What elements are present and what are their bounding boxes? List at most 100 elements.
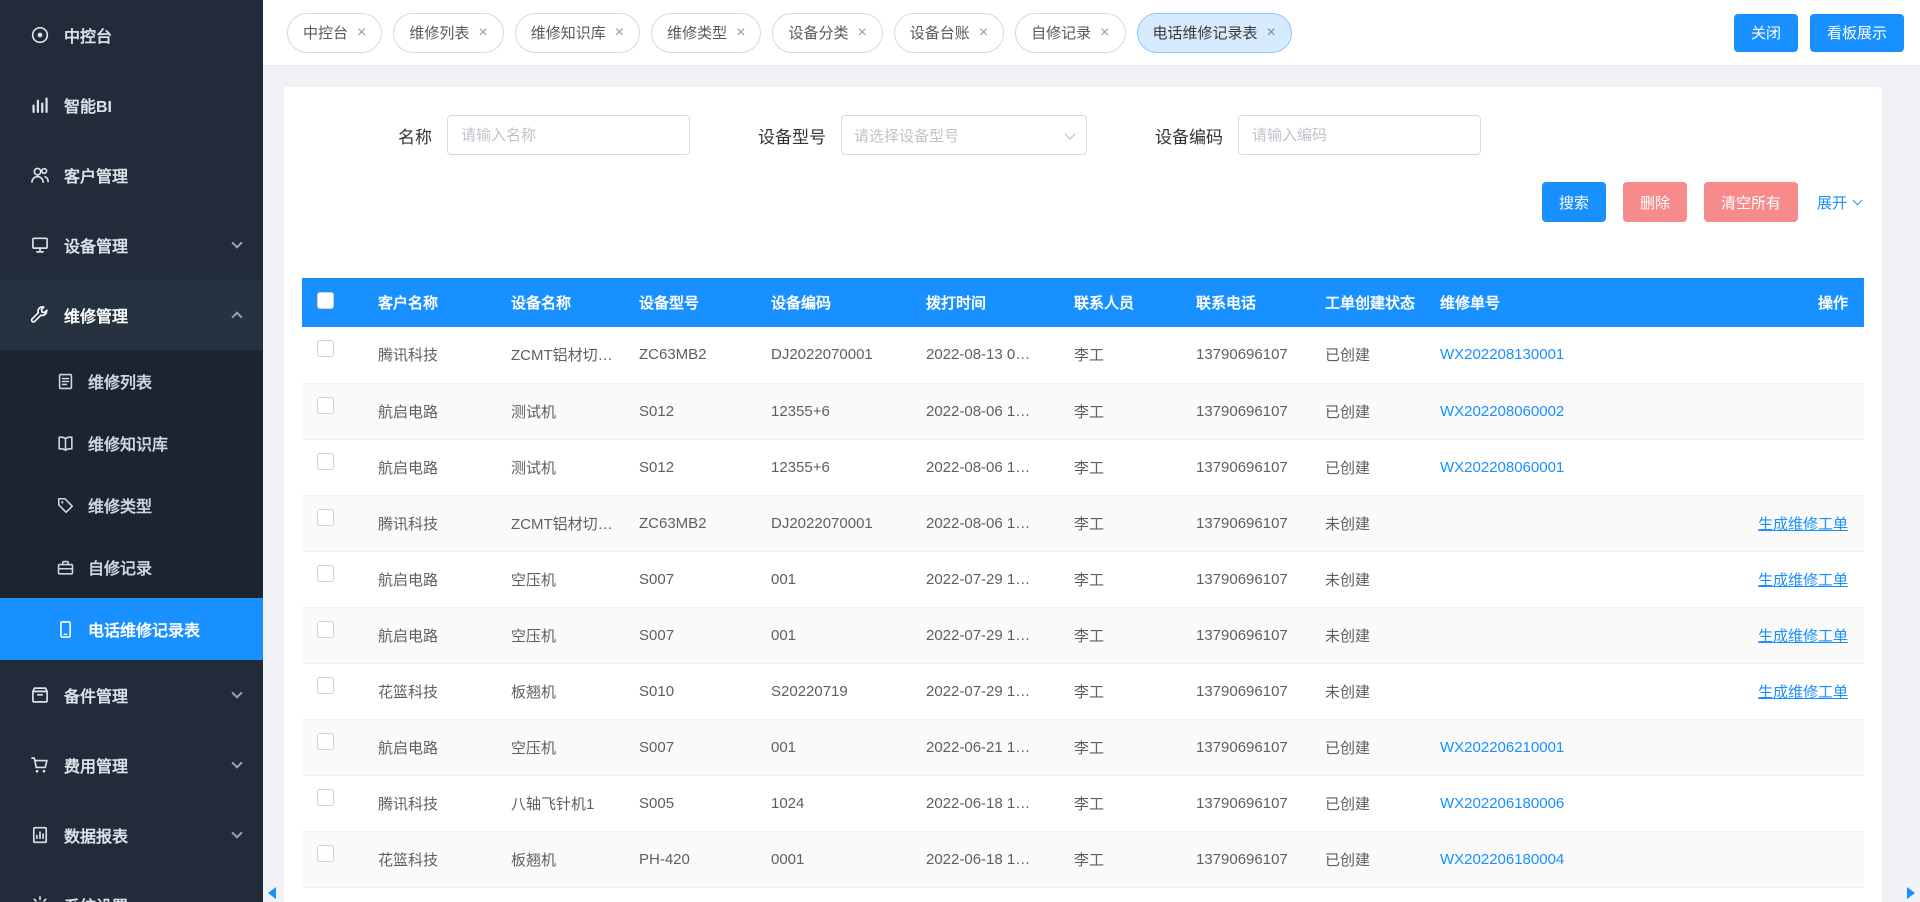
generate-order-link[interactable]: 生成维修工单	[1758, 628, 1848, 645]
repair-order-link[interactable]: WX202206210001	[1440, 739, 1564, 756]
cell-contact-person: 李工	[1064, 495, 1186, 551]
cell-actions	[1714, 719, 1864, 775]
cell-order-number	[1430, 663, 1714, 719]
row-checkbox[interactable]	[317, 677, 334, 694]
board-display-button[interactable]: 看板展示	[1810, 14, 1904, 52]
close-tab-icon[interactable]: ×	[478, 25, 487, 41]
sidebar-item-bi-chart[interactable]: 智能BI	[0, 70, 263, 140]
close-tab-icon[interactable]: ×	[357, 25, 366, 41]
table-row: 花篮科技 板翘机 S010 S20220719 2022-07-29 1… 李工…	[302, 663, 1864, 719]
sidebar-item-expense[interactable]: 费用管理	[0, 730, 263, 800]
cell-device-model: S010	[629, 663, 761, 719]
sidebar-item-label: 智能BI	[64, 93, 112, 117]
expand-toggle[interactable]: 展开	[1817, 192, 1861, 213]
sidebar-item-dashboard[interactable]: 中控台	[0, 0, 263, 70]
cell-contact-phone: 13790696107	[1186, 775, 1315, 831]
tab-chip[interactable]: 维修类型 ×	[651, 13, 761, 53]
tab-chip[interactable]: 电话维修记录表 ×	[1137, 13, 1292, 53]
close-tab-icon[interactable]: ×	[736, 25, 745, 41]
delete-button[interactable]: 删除	[1623, 182, 1687, 222]
sidebar-subitem-tag[interactable]: 维修类型	[0, 474, 263, 536]
select-all-checkbox[interactable]	[317, 292, 334, 309]
cell-contact-phone: 13790696107	[1186, 383, 1315, 439]
knowledge-icon	[56, 434, 75, 453]
close-tab-icon[interactable]: ×	[979, 25, 988, 41]
search-button[interactable]: 搜索	[1542, 182, 1606, 222]
tab-chip[interactable]: 设备分类 ×	[772, 13, 882, 53]
dashboard-icon	[30, 25, 50, 45]
close-tab-icon[interactable]: ×	[615, 25, 624, 41]
sidebar-item-devices[interactable]: 设备管理	[0, 210, 263, 280]
row-checkbox[interactable]	[317, 509, 334, 526]
scroll-left-arrow[interactable]	[268, 887, 276, 899]
sidebar-subitem-list[interactable]: 维修列表	[0, 350, 263, 412]
customers-icon	[30, 165, 50, 185]
chevron-icon	[233, 833, 241, 837]
scroll-right-arrow[interactable]	[1907, 887, 1915, 899]
row-checkbox[interactable]	[317, 733, 334, 750]
generate-order-link[interactable]: 生成维修工单	[1758, 516, 1848, 533]
sidebar-subitem-phone-record[interactable]: 电话维修记录表	[0, 598, 263, 660]
cell-device-code: DJ2022070001	[761, 327, 916, 383]
row-checkbox[interactable]	[317, 397, 334, 414]
main-area: 中控台 × 维修列表 × 维修知识库 × 维修类型 × 设备分类 × 设备台账 …	[263, 0, 1920, 902]
repair-order-link[interactable]: WX202208130001	[1440, 346, 1564, 363]
model-select[interactable]: 请选择设备型号	[841, 115, 1087, 155]
repair-order-link[interactable]: WX202206180006	[1440, 795, 1564, 812]
table-row: 航启电路 测试机 S012 12355+6 2022-08-06 1… 李工 1…	[302, 383, 1864, 439]
row-checkbox[interactable]	[317, 621, 334, 638]
generate-order-link[interactable]: 生成维修工单	[1758, 572, 1848, 589]
code-filter-group: 设备编码	[1155, 115, 1481, 155]
repair-order-link[interactable]: WX202208060001	[1440, 459, 1564, 476]
row-checkbox[interactable]	[317, 565, 334, 582]
cell-order-number: WX202206210001	[1430, 719, 1714, 775]
expand-label: 展开	[1817, 192, 1847, 213]
close-tab-icon[interactable]: ×	[1267, 25, 1276, 41]
tab-chip[interactable]: 维修知识库 ×	[515, 13, 640, 53]
sidebar-subitem-knowledge[interactable]: 维修知识库	[0, 412, 263, 474]
expense-icon	[30, 755, 50, 775]
row-checkbox[interactable]	[317, 340, 334, 357]
sidebar-item-settings[interactable]: 系统设置	[0, 870, 263, 902]
sidebar-item-spare-parts[interactable]: 备件管理	[0, 660, 263, 730]
repair-order-link[interactable]: WX202206180004	[1440, 851, 1564, 868]
cell-order-status: 已创建	[1315, 831, 1430, 887]
tab-chip[interactable]: 维修列表 ×	[393, 13, 503, 53]
close-button[interactable]: 关闭	[1734, 14, 1798, 52]
sidebar-item-repair[interactable]: 维修管理	[0, 280, 263, 350]
tab-chip[interactable]: 中控台 ×	[287, 13, 382, 53]
cell-contact-person: 李工	[1064, 327, 1186, 383]
cell-order-status: 未创建	[1315, 663, 1430, 719]
tab-chip[interactable]: 设备台账 ×	[894, 13, 1004, 53]
action-toolbar: 搜索 删除 清空所有 展开	[302, 182, 1864, 222]
sidebar-item-report[interactable]: 数据报表	[0, 800, 263, 870]
generate-order-link[interactable]: 生成维修工单	[1758, 684, 1848, 701]
repair-order-link[interactable]: WX202208060002	[1440, 403, 1564, 420]
row-checkbox[interactable]	[317, 453, 334, 470]
table-header-row: 客户名称 设备名称 设备型号 设备编码 拨打时间 联系人员 联系电话 工单创建状…	[302, 278, 1864, 327]
name-label: 名称	[398, 123, 432, 148]
cell-device-code: 12355+6	[761, 439, 916, 495]
close-tab-icon[interactable]: ×	[857, 25, 866, 41]
row-checkbox[interactable]	[317, 789, 334, 806]
cell-device-model: S012	[629, 383, 761, 439]
cell-device-name: ZCMT铝材切…	[501, 327, 629, 383]
name-input[interactable]	[447, 115, 690, 155]
chevron-icon	[233, 243, 241, 247]
sidebar-subitem-toolbox[interactable]: 自修记录	[0, 536, 263, 598]
row-checkbox[interactable]	[317, 845, 334, 862]
col-contact-person: 联系人员	[1064, 278, 1186, 327]
cell-device-name: 空压机	[501, 551, 629, 607]
list-icon	[56, 372, 75, 391]
code-input[interactable]	[1238, 115, 1481, 155]
cell-contact-person: 李工	[1064, 607, 1186, 663]
tab-chip-label: 电话维修记录表	[1153, 22, 1258, 43]
clear-all-button[interactable]: 清空所有	[1704, 182, 1798, 222]
tab-chip[interactable]: 自修记录 ×	[1015, 13, 1125, 53]
close-tab-icon[interactable]: ×	[1100, 25, 1109, 41]
table-row: 航启电路 空压机 S007 001 2022-07-29 1… 李工 13790…	[302, 551, 1864, 607]
model-label: 设备型号	[758, 123, 826, 148]
cell-actions	[1714, 327, 1864, 383]
sidebar-item-label: 备件管理	[64, 683, 128, 707]
sidebar-item-customers[interactable]: 客户管理	[0, 140, 263, 210]
